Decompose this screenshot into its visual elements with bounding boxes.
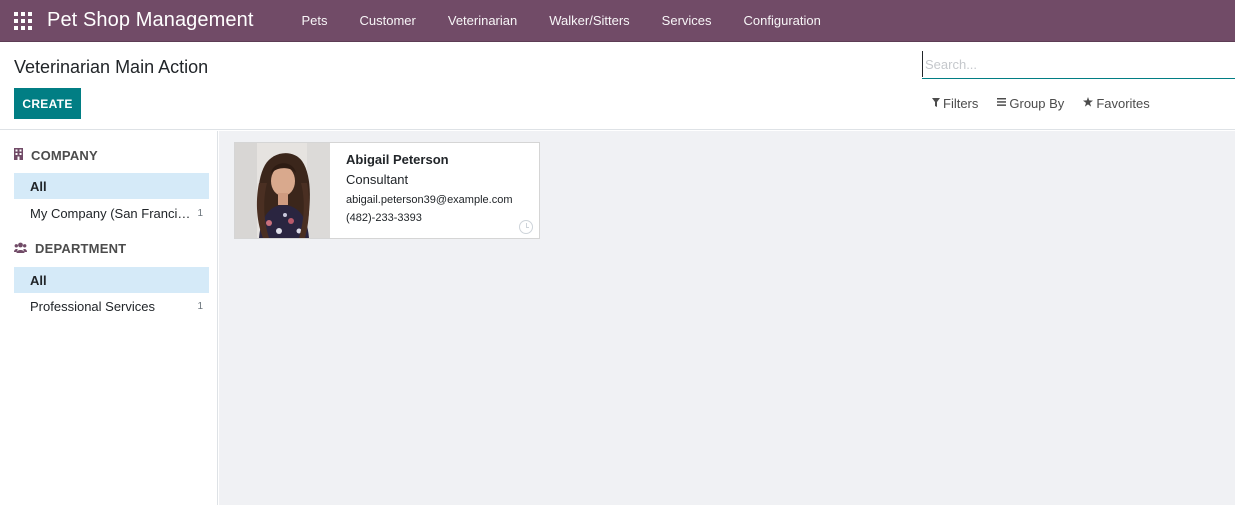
company-heading: COMPANY [31, 148, 98, 163]
star-icon [1083, 97, 1094, 110]
favorites-label: Favorites [1096, 96, 1150, 111]
department-item-professional-services[interactable]: Professional Services 1 [14, 293, 209, 319]
employee-card-body: Abigail Peterson Consultant abigail.pete… [330, 143, 539, 238]
company-item-label: All [30, 178, 47, 194]
department-heading: DEPARTMENT [35, 241, 127, 256]
company-item-count: 1 [197, 207, 203, 219]
menu-walker-sitters[interactable]: Walker/Sitters [533, 0, 645, 42]
page-title: Veterinarian Main Action [14, 57, 209, 77]
kanban-view: Abigail Peterson Consultant abigail.pete… [219, 131, 1235, 505]
menu-customer[interactable]: Customer [344, 0, 432, 42]
list-icon [997, 98, 1007, 109]
menu-veterinarian[interactable]: Veterinarian [432, 0, 533, 42]
search-panel: COMPANY All My Company (San Francisco) 1… [0, 131, 218, 505]
clock-icon[interactable] [519, 220, 533, 234]
building-icon [14, 148, 23, 163]
filters-label: Filters [943, 96, 979, 111]
menu-configuration[interactable]: Configuration [728, 0, 837, 42]
employee-photo [235, 143, 330, 238]
apps-grid-icon[interactable] [14, 11, 32, 30]
menu-services[interactable]: Services [646, 0, 728, 42]
group-by-toggle[interactable]: Group By [997, 96, 1064, 111]
department-item-count: 1 [197, 300, 203, 312]
search-input[interactable] [922, 51, 1235, 77]
employee-email: abigail.peterson39@example.com [346, 194, 513, 206]
control-panel: Veterinarian Main Action CREATE Filters … [0, 43, 1235, 130]
search-options: Filters Group By Favorites [932, 96, 1169, 111]
company-section-header: COMPANY [14, 148, 98, 163]
filters-toggle[interactable]: Filters [932, 96, 978, 111]
employee-job-title: Consultant [346, 172, 409, 187]
company-item-all[interactable]: All [14, 173, 209, 199]
create-button[interactable]: CREATE [14, 88, 81, 119]
department-section-header: DEPARTMENT [14, 241, 126, 256]
filter-icon [932, 97, 940, 110]
app-title[interactable]: Pet Shop Management [47, 9, 253, 32]
employee-name: Abigail Peterson [346, 152, 449, 167]
employee-card[interactable]: Abigail Peterson Consultant abigail.pete… [234, 142, 540, 239]
group-by-label: Group By [1009, 96, 1065, 111]
menu-pets[interactable]: Pets [285, 0, 343, 42]
top-navbar: Pet Shop Management Pets Customer Veteri… [0, 0, 1235, 42]
department-item-label: All [30, 272, 47, 288]
department-item-label: Professional Services [30, 298, 155, 314]
employee-phone: (482)-233-3393 [346, 212, 422, 224]
search-bar [922, 51, 1235, 79]
favorites-toggle[interactable]: Favorites [1083, 96, 1150, 111]
company-item-my-company[interactable]: My Company (San Francisco) 1 [14, 200, 209, 226]
company-item-label: My Company (San Francisco) [30, 205, 192, 221]
users-icon [14, 241, 27, 256]
department-item-all[interactable]: All [14, 267, 209, 293]
